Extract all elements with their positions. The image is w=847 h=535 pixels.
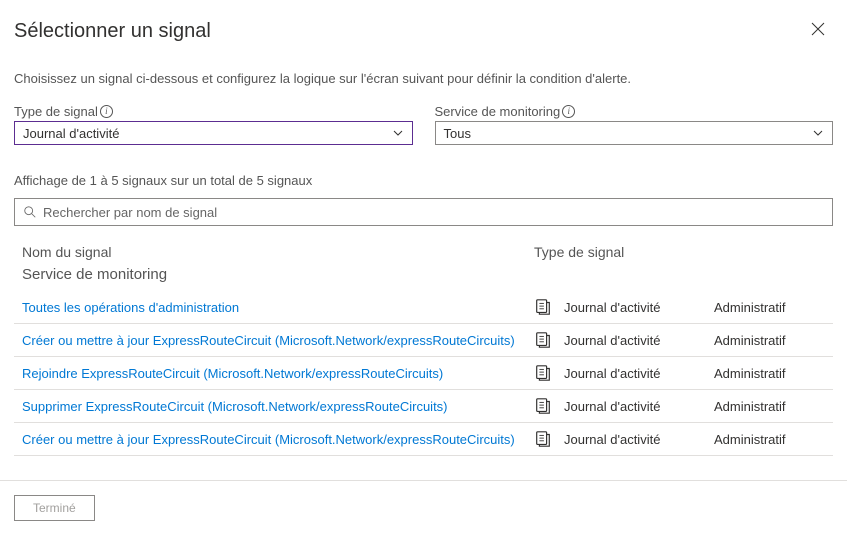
results-count: Affichage de 1 à 5 signaux sur un total … (0, 145, 847, 198)
signal-type-text: Journal d'activité (564, 366, 704, 381)
signal-type-select[interactable]: Journal d'activité (14, 121, 413, 145)
table-row[interactable]: Rejoindre ExpressRouteCircuit (Microsoft… (14, 357, 833, 390)
signal-type-label: Type de signal i (14, 104, 413, 119)
activity-log-icon (534, 430, 552, 448)
close-icon (811, 22, 825, 36)
close-button[interactable] (807, 18, 829, 45)
signal-type-value: Journal d'activité (23, 126, 119, 141)
search-box[interactable] (14, 198, 833, 226)
activity-log-icon (534, 331, 552, 349)
table-row[interactable]: Créer ou mettre à jour ExpressRouteCircu… (14, 324, 833, 357)
signal-type-text: Journal d'activité (564, 432, 704, 447)
done-button[interactable]: Terminé (14, 495, 95, 521)
monitor-service-text: Administratif (710, 333, 825, 348)
dialog-title: Sélectionner un signal (14, 20, 211, 43)
col-monitor-service: Service de monitoring (22, 266, 522, 283)
monitor-service-text: Administratif (710, 366, 825, 381)
monitor-service-label-text: Service de monitoring (435, 104, 561, 119)
signals-table: Nom du signal Type de signal Service de … (14, 236, 833, 456)
info-icon[interactable]: i (100, 105, 113, 118)
search-icon (23, 205, 37, 219)
activity-log-icon (534, 364, 552, 382)
signal-name-link[interactable]: Créer ou mettre à jour ExpressRouteCircu… (22, 333, 522, 348)
info-icon[interactable]: i (562, 105, 575, 118)
signal-name-link[interactable]: Rejoindre ExpressRouteCircuit (Microsoft… (22, 366, 522, 381)
col-signal-name: Nom du signal (22, 244, 522, 260)
search-input[interactable] (43, 205, 824, 220)
table-row[interactable]: Toutes les opérations d'administration Jo… (14, 291, 833, 324)
activity-log-icon (534, 397, 552, 415)
signal-name-link[interactable]: Créer ou mettre à jour ExpressRouteCircu… (22, 432, 522, 447)
signal-type-text: Journal d'activité (564, 300, 704, 315)
chevron-down-icon (812, 127, 824, 139)
monitor-service-text: Administratif (710, 399, 825, 414)
monitor-service-select[interactable]: Tous (435, 121, 834, 145)
monitor-service-value: Tous (444, 126, 471, 141)
monitor-service-label: Service de monitoring i (435, 104, 834, 119)
activity-log-icon (534, 298, 552, 316)
dialog-subtitle: Choisissez un signal ci-dessous et confi… (0, 53, 847, 104)
signal-type-text: Journal d'activité (564, 333, 704, 348)
signal-name-link[interactable]: Supprimer ExpressRouteCircuit (Microsoft… (22, 399, 522, 414)
signal-type-text: Journal d'activité (564, 399, 704, 414)
col-signal-type: Type de signal (528, 244, 704, 260)
signal-name-link[interactable]: Toutes les opérations d'administration (22, 300, 522, 315)
signal-type-label-text: Type de signal (14, 104, 98, 119)
monitor-service-text: Administratif (710, 432, 825, 447)
table-row[interactable]: Créer ou mettre à jour ExpressRouteCircu… (14, 423, 833, 456)
table-row[interactable]: Supprimer ExpressRouteCircuit (Microsoft… (14, 390, 833, 423)
chevron-down-icon (392, 127, 404, 139)
monitor-service-text: Administratif (710, 300, 825, 315)
